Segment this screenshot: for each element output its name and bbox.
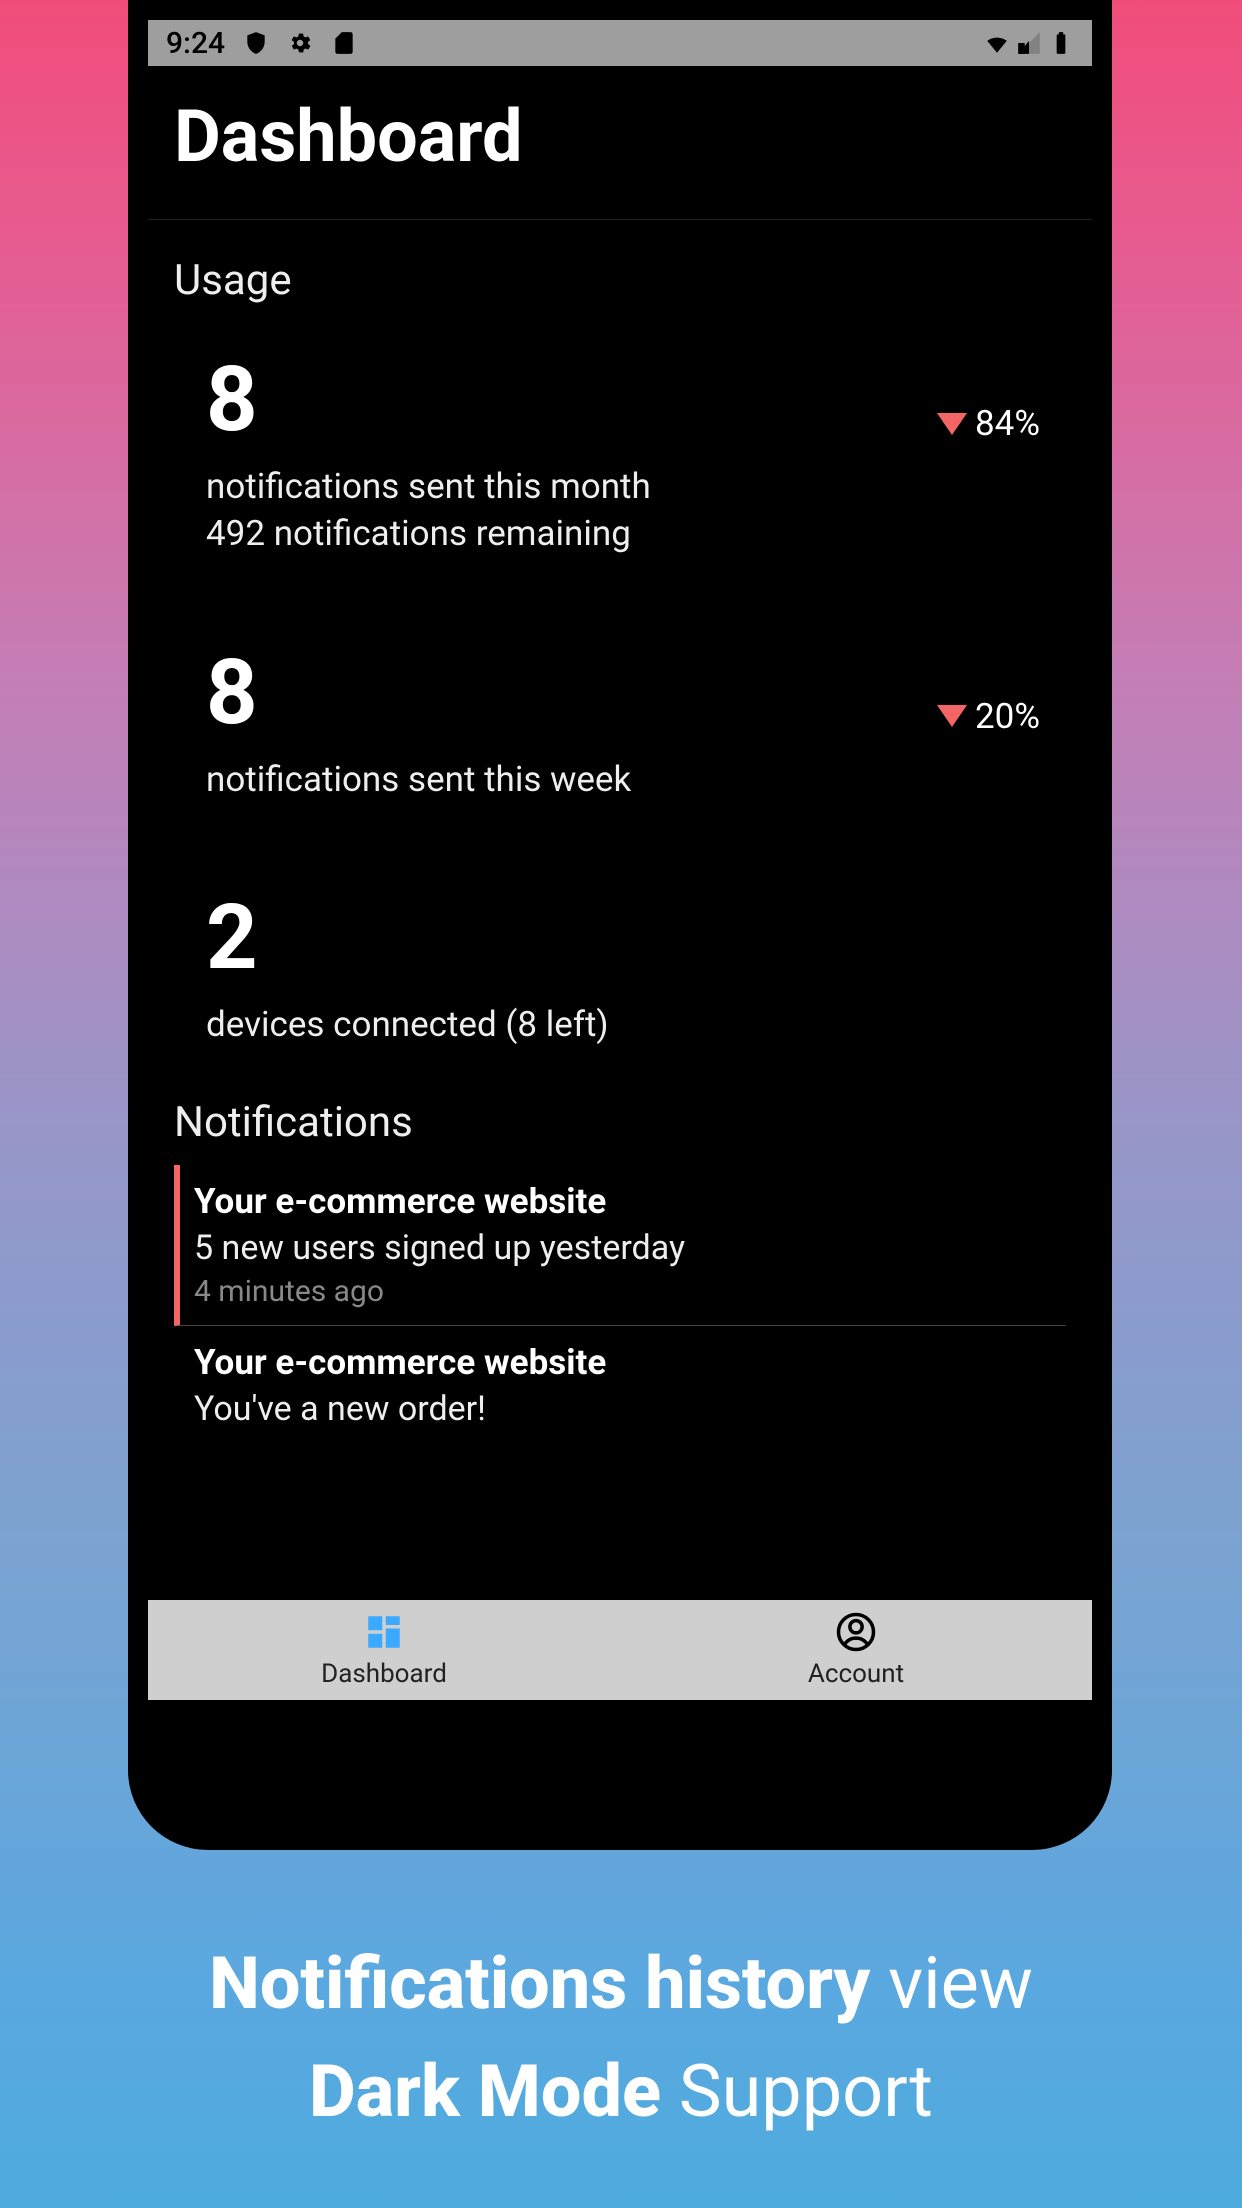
usage-number: 8: [206, 648, 631, 738]
shield-icon: [243, 30, 269, 56]
bottom-nav: Dashboard Account: [148, 1600, 1092, 1700]
usage-trend: 20%: [937, 696, 1040, 737]
notification-body: 5 new users signed up yesterday: [194, 1228, 1066, 1268]
notification-title: Your e-commerce website: [194, 1342, 1066, 1383]
usage-label-line: notifications sent this week: [206, 756, 631, 803]
notification-title: Your e-commerce website: [194, 1181, 1066, 1222]
notifications-section-title: Notifications: [174, 1098, 1066, 1147]
signal-icon: [1016, 30, 1042, 56]
trend-percent: 84%: [975, 403, 1040, 444]
usage-stat-month: 8 notifications sent this month 492 noti…: [206, 355, 1066, 558]
usage-label-line: 492 notifications remaining: [206, 510, 651, 557]
usage-number: 8: [206, 355, 651, 445]
usage-number: 2: [206, 893, 609, 983]
trend-percent: 20%: [975, 696, 1040, 737]
usage-section-title: Usage: [174, 256, 1066, 305]
notification-body: You've a new order!: [194, 1389, 1066, 1429]
page-title: Dashboard: [174, 94, 1066, 179]
gear-icon: [287, 30, 313, 56]
usage-stat-devices: 2 devices connected (8 left): [206, 893, 1066, 1048]
promo-text: Notifications history view Dark Mode Sup…: [0, 1930, 1242, 2146]
notification-item[interactable]: Your e-commerce website 5 new users sign…: [174, 1165, 1066, 1326]
usage-label-line: devices connected (8 left): [206, 1001, 609, 1048]
trend-down-icon: [937, 705, 967, 727]
promo-bold: Dark Mode: [309, 2049, 661, 2134]
nav-label: Dashboard: [321, 1659, 447, 1689]
account-icon: [835, 1611, 877, 1653]
usage-label: notifications sent this week: [206, 756, 631, 803]
wifi-icon: [984, 30, 1010, 56]
sd-card-icon: [331, 30, 357, 56]
usage-label-line: notifications sent this month: [206, 463, 651, 510]
battery-icon: [1048, 30, 1074, 56]
app-header: Dashboard: [148, 66, 1092, 220]
status-bar: 9:24: [148, 20, 1092, 66]
notification-item[interactable]: Your e-commerce website You've a new ord…: [174, 1326, 1066, 1451]
promo-rest: view: [870, 1941, 1033, 2026]
phone-frame: 9:24 Dashboard Usage 8 n: [128, 0, 1112, 1850]
promo-bold: Notifications history: [209, 1941, 870, 2026]
promo-line-1: Notifications history view: [0, 1930, 1242, 2038]
phone-screen: 9:24 Dashboard Usage 8 n: [148, 20, 1092, 1700]
usage-label: notifications sent this month 492 notifi…: [206, 463, 651, 558]
dashboard-icon: [363, 1611, 405, 1653]
nav-item-account[interactable]: Account: [620, 1600, 1092, 1700]
promo-line-2: Dark Mode Support: [0, 2038, 1242, 2146]
usage-trend: 84%: [937, 403, 1040, 444]
notification-time: 4 minutes ago: [194, 1274, 1066, 1309]
status-time: 9:24: [166, 26, 225, 61]
promo-rest: Support: [661, 2049, 933, 2134]
nav-label: Account: [808, 1659, 904, 1689]
usage-stat-week: 8 notifications sent this week 20%: [206, 648, 1066, 803]
main-content[interactable]: Usage 8 notifications sent this month 49…: [148, 220, 1092, 1451]
trend-down-icon: [937, 413, 967, 435]
nav-item-dashboard[interactable]: Dashboard: [148, 1600, 620, 1700]
usage-label: devices connected (8 left): [206, 1001, 609, 1048]
